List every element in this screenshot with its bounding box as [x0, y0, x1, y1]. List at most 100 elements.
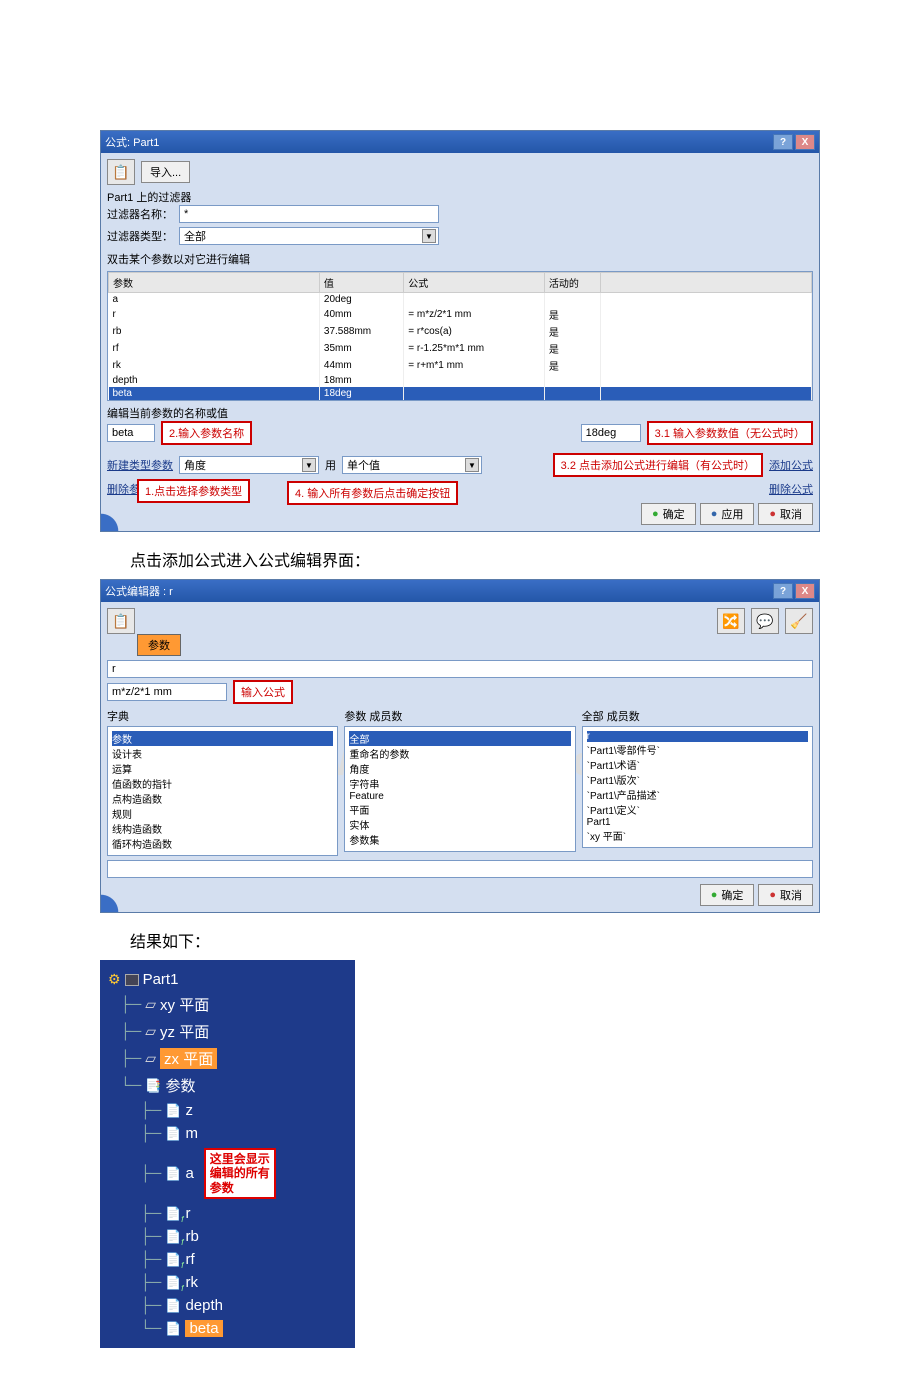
list-item[interactable]: `Part1\版次` — [587, 772, 808, 787]
tree-root[interactable]: ⚙ Part1 — [108, 968, 347, 991]
list-item[interactable]: `Part1\零部件号` — [587, 742, 808, 757]
tree-param-item[interactable]: ├─📄m — [108, 1122, 347, 1145]
list-item[interactable]: 点构造函数 — [112, 791, 333, 806]
tree-param-item[interactable]: ├─📄a这里会显示编辑的所有参数 — [108, 1145, 347, 1202]
filter-name-input[interactable] — [179, 205, 439, 223]
list-item[interactable]: Feature — [349, 791, 570, 802]
formula-input[interactable] — [107, 683, 227, 701]
list-item[interactable]: 重命名的参数 — [349, 746, 570, 761]
col-param: 参数 — [109, 273, 320, 293]
param-type-combo[interactable]: 角度 ▼ — [179, 456, 319, 474]
ok-button[interactable]: 确定 — [641, 503, 696, 525]
list-item[interactable]: 值函数的指针 — [112, 776, 333, 791]
tree-params-node[interactable]: └─ 📑 参数 — [108, 1072, 347, 1099]
tree-connector-icon: ├─ — [140, 1125, 161, 1142]
tree-connector-icon: └─ — [120, 1077, 141, 1094]
table-row[interactable]: beta18deg — [109, 387, 812, 400]
list-item[interactable]: 字符串 — [349, 776, 570, 791]
all-members-list[interactable]: r`Part1\零部件号``Part1\术语``Part1\版次``Part1\… — [582, 726, 813, 848]
list-item[interactable]: 循环构造函数 — [112, 836, 333, 851]
list-item[interactable]: 实体 — [349, 817, 570, 832]
unit-combo[interactable]: 单个值 ▼ — [342, 456, 482, 474]
tree-param-item[interactable]: ├─📄r — [108, 1202, 347, 1225]
list-item[interactable]: 参数集 — [349, 832, 570, 847]
list-item[interactable]: r — [587, 731, 808, 742]
help-button[interactable]: ? — [773, 134, 793, 150]
table-row[interactable]: depth18mm — [109, 374, 812, 387]
callout-2: 2.输入参数名称 — [161, 421, 252, 445]
cancel-button[interactable]: 取消 — [758, 884, 813, 906]
plane-label: zx 平面 — [160, 1048, 217, 1069]
param-tab[interactable]: 参数 — [137, 634, 181, 656]
tree-param-item[interactable]: ├─📄rb — [108, 1225, 347, 1248]
table-row[interactable]: rf35mm= r-1.25*m*1 mm是 — [109, 340, 812, 357]
list-item[interactable]: 运算 — [112, 761, 333, 776]
param-name-input[interactable] — [107, 660, 813, 678]
col-spacer — [601, 273, 812, 293]
dictionary-list[interactable]: 参数设计表运算值函数的指针点构造函数规则线构造函数循环构造函数 — [107, 726, 338, 856]
tree-param-item[interactable]: ├─📄rk — [108, 1271, 347, 1294]
param-label: m — [185, 1125, 198, 1142]
param-name-input[interactable] — [107, 424, 155, 442]
apply-button[interactable]: 应用 — [700, 503, 755, 525]
col-value: 值 — [319, 273, 403, 293]
callout-4: 4. 输入所有参数后点击确定按钮 — [287, 481, 458, 505]
tree-param-item[interactable]: ├─📄z — [108, 1099, 347, 1122]
list-item[interactable]: `xy 平面` — [587, 828, 808, 843]
cancel-button[interactable]: 取消 — [758, 503, 813, 525]
tool-icon-button[interactable]: 📋 — [107, 608, 135, 634]
list-item[interactable]: 全部 — [349, 731, 570, 746]
unit-label: 用 — [325, 457, 336, 473]
titlebar: 公式编辑器 : r ? X — [101, 580, 819, 602]
import-button[interactable]: 导入... — [141, 161, 190, 183]
list-item[interactable]: 参数 — [112, 731, 333, 746]
bottom-input[interactable] — [107, 860, 813, 878]
help-button[interactable]: ? — [773, 583, 793, 599]
chevron-down-icon: ▼ — [465, 458, 479, 472]
filter-icon-button[interactable]: 📋 — [107, 159, 135, 185]
list-item[interactable]: Part1 — [587, 817, 808, 828]
param-icon: 📄 — [165, 1103, 181, 1119]
list-item[interactable]: `Part1\产品描述` — [587, 787, 808, 802]
close-button[interactable]: X — [795, 134, 815, 150]
members-list[interactable]: 全部重命名的参数角度字符串Feature平面实体参数集 — [344, 726, 575, 852]
list-item[interactable]: 规则 — [112, 806, 333, 821]
table-row[interactable]: rk44mm= r+m*1 mm是 — [109, 357, 812, 374]
close-button[interactable]: X — [795, 583, 815, 599]
filter-type-combo[interactable]: 全部 ▼ — [179, 227, 439, 245]
comment-icon-button[interactable]: 💬 — [751, 608, 779, 634]
tree-connector-icon: └─ — [140, 1320, 161, 1337]
tree-plane-item[interactable]: ├─▱zx 平面 — [108, 1045, 347, 1072]
tree-param-item[interactable]: ├─📄depth — [108, 1294, 347, 1317]
parameter-grid[interactable]: 参数 值 公式 活动的 a20degr40mm= m*z/2*1 mm是rb37… — [107, 271, 813, 401]
list-item[interactable]: `Part1\定义` — [587, 802, 808, 817]
tree-icon-button[interactable]: 🔀 — [717, 608, 745, 634]
callout-1: 1.点击选择参数类型 — [137, 479, 250, 503]
corner-decoration — [101, 491, 141, 531]
param-icon: 📄 — [165, 1206, 181, 1222]
tree-plane-item[interactable]: ├─▱xy 平面 — [108, 991, 347, 1018]
add-formula-link[interactable]: 添加公式 — [769, 457, 813, 473]
tree-plane-item[interactable]: ├─▱yz 平面 — [108, 1018, 347, 1045]
list-item[interactable]: 设计表 — [112, 746, 333, 761]
new-param-link[interactable]: 新建类型参数 — [107, 457, 173, 473]
col-active: 活动的 — [544, 273, 600, 293]
table-row[interactable]: a20deg — [109, 293, 812, 307]
delete-formula-link[interactable]: 删除公式 — [769, 481, 813, 497]
list-item[interactable]: 线构造函数 — [112, 821, 333, 836]
tree-param-item[interactable]: ├─📄rf — [108, 1248, 347, 1271]
callout-32: 3.2 点击添加公式进行编辑（有公式时） — [553, 453, 763, 477]
list-item[interactable]: 角度 — [349, 761, 570, 776]
tree-param-item[interactable]: └─📄beta — [108, 1317, 347, 1340]
list-item[interactable]: 平面 — [349, 802, 570, 817]
ok-button[interactable]: 确定 — [700, 884, 755, 906]
table-row[interactable]: r40mm= m*z/2*1 mm是 — [109, 306, 812, 323]
param-label: beta — [185, 1320, 222, 1337]
param-icon: 📄 — [165, 1321, 181, 1337]
erase-icon-button[interactable]: 🧹 — [785, 608, 813, 634]
param-value-input[interactable] — [581, 424, 641, 442]
filter-type-value: 全部 — [184, 228, 206, 244]
plane-label: xy 平面 — [160, 994, 209, 1015]
table-row[interactable]: rb37.588mm= r*cos(a)是 — [109, 323, 812, 340]
list-item[interactable]: `Part1\术语` — [587, 757, 808, 772]
